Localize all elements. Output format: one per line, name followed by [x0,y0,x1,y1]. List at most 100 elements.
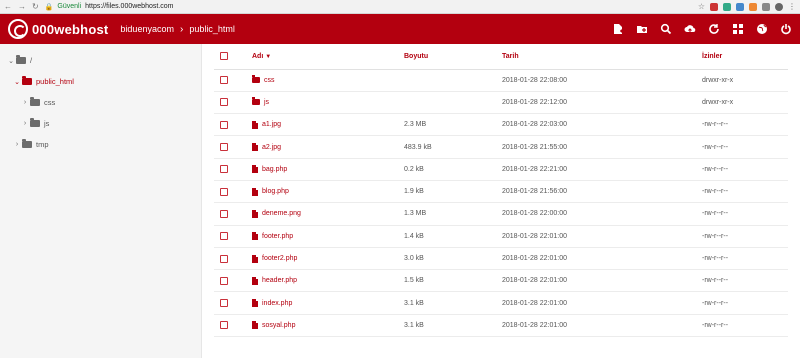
tree-item-label: js [44,119,50,128]
file-size: 1.4 kB [404,225,502,248]
name-cell: css [252,69,404,92]
chevron-right-icon[interactable]: › [20,99,30,106]
file-name: header.php [262,277,298,285]
tree-item-js[interactable]: › js [0,113,201,134]
breadcrumb: biduenyacom › public_html [120,24,234,35]
table-row[interactable]: deneme.png 1.3 MB 2018-01-28 22:00:00 -rw-r… [214,202,788,226]
file-icon [252,254,258,263]
header-name[interactable]: Adı ▼ [252,44,404,70]
table-row[interactable]: a1.jpg 2.3 MB 2018-01-28 22:03:00 -rw-r--r-… [214,113,788,137]
row-checkbox[interactable] [220,120,228,129]
table-row[interactable]: blog.php 1.9 kB 2018-01-28 21:56:00 -rw-r--… [214,180,788,204]
file-date: 2018-01-28 22:01:00 [502,269,702,293]
file-size: 1.3 MB [404,202,502,226]
breadcrumb-folder[interactable]: public_html [189,24,235,34]
grid-view-icon[interactable] [732,23,744,35]
globe-icon[interactable] [756,23,768,35]
name-cell: blog.php [252,180,404,204]
file-name-link[interactable]: a1.jpg [252,114,404,135]
file-permissions: drwxr-xr-x [702,69,788,92]
logo[interactable]: 000webhost [8,19,108,39]
file-name-link[interactable]: footer2.php [252,248,404,269]
table-row[interactable]: sosyal.php 3.1 kB 2018-01-28 22:01:00 -rw-r… [214,314,788,338]
tree-item-root[interactable]: ⌄ / [0,50,201,71]
browser-toolbar: ← → ↻ 🔒 Güvenli https://files.000webhost… [0,0,800,14]
chevron-right-icon[interactable]: › [12,141,22,148]
file-name-link[interactable]: header.php [252,270,404,291]
file-name-link[interactable]: blog.php [252,181,404,202]
table-row[interactable]: js 2018-01-28 22:12:00 drwxr-xr-x [214,91,788,115]
file-name-link[interactable]: deneme.png [252,203,404,224]
table-row[interactable]: footer.php 1.4 kB 2018-01-28 22:01:00 -rw-r… [214,225,788,248]
table-row[interactable]: a2.jpg 483.9 kB 2018-01-28 21:55:00 -rw-r--… [214,135,788,159]
file-name-link[interactable]: bag.php [252,159,404,180]
header-date[interactable]: Tarih [502,44,702,70]
row-checkbox[interactable] [220,276,228,285]
file-size: 0.2 kB [404,158,502,181]
table-row[interactable]: footer2.php 3.0 kB 2018-01-28 22:01:00 -rw-… [214,247,788,271]
file-name-link[interactable]: css [252,70,404,91]
row-checkbox[interactable] [220,143,228,152]
tree-item-public-html[interactable]: ⌄ public_html [0,71,201,92]
name-cell: footer.php [252,225,404,248]
extension-icon[interactable] [723,2,731,11]
file-date: 2018-01-28 22:01:00 [502,225,702,248]
secure-lock-icon: 🔒 [44,3,54,11]
table-row[interactable]: index.php 3.1 kB 2018-01-28 22:01:00 -rw-r-… [214,291,788,315]
row-select-cell [214,69,252,92]
file-icon [252,299,258,308]
header-permissions[interactable]: İzinler [702,44,788,70]
chevron-right-icon[interactable]: › [20,120,30,127]
file-name: footer2.php [262,255,298,263]
file-name-link[interactable]: a2.jpg [252,136,404,157]
power-icon[interactable] [780,23,792,35]
row-checkbox[interactable] [220,232,228,241]
file-name-link[interactable]: index.php [252,292,404,313]
new-file-icon[interactable] [612,23,624,35]
breadcrumb-account[interactable]: biduenyacom [120,24,174,34]
table-row[interactable]: bag.php 0.2 kB 2018-01-28 22:21:00 -rw-r--r… [214,158,788,181]
chevron-down-icon[interactable]: ⌄ [12,78,22,86]
file-date: 2018-01-28 22:01:00 [502,247,702,271]
address-bar[interactable]: https://files.000webhost.com [85,3,173,10]
table-row[interactable]: header.php 1.5 kB 2018-01-28 22:01:00 -rw-r… [214,269,788,293]
sort-desc-icon: ▼ [265,53,272,60]
tree-item-tmp[interactable]: › tmp [0,134,201,155]
toolbar [612,23,792,35]
extension-icon[interactable] [710,2,718,11]
row-checkbox[interactable] [220,321,228,330]
chevron-down-icon[interactable]: ⌄ [6,57,16,65]
row-checkbox[interactable] [220,254,228,263]
header-size[interactable]: Boyutu [404,44,502,70]
row-checkbox[interactable] [220,209,228,218]
app-header: 000webhost biduenyacom › public_html [0,14,800,44]
file-name: index.php [262,299,293,307]
upload-icon[interactable] [684,23,696,35]
row-checkbox[interactable] [220,98,228,107]
reload-icon[interactable]: ↻ [32,2,39,11]
tree-item-css[interactable]: › css [0,92,201,113]
table-row[interactable]: css 2018-01-28 22:08:00 drwxr-xr-x [214,69,788,92]
profile-avatar[interactable] [775,2,783,11]
back-icon[interactable]: ← [4,2,12,11]
row-checkbox[interactable] [220,76,228,85]
file-permissions: -rw-r--r-- [702,247,788,271]
menu-kebab-icon[interactable]: ⋮ [788,2,796,11]
file-name-link[interactable]: footer.php [252,226,404,247]
select-all-checkbox[interactable] [220,52,228,61]
extension-icon[interactable] [736,2,744,11]
search-icon[interactable] [660,23,672,35]
refresh-icon[interactable] [708,23,720,35]
bookmark-star-icon[interactable]: ☆ [698,2,705,11]
new-folder-icon[interactable] [636,23,648,35]
secure-label: Güvenli [57,3,82,10]
row-checkbox[interactable] [220,165,228,174]
forward-icon[interactable]: → [18,2,26,11]
file-name-link[interactable]: sosyal.php [252,315,404,336]
row-checkbox[interactable] [220,187,228,196]
file-name-link[interactable]: js [252,92,404,113]
row-checkbox[interactable] [220,299,228,308]
extension-icon[interactable] [749,2,757,11]
tree-item-label: css [44,98,56,107]
extension-icon[interactable] [762,2,770,11]
